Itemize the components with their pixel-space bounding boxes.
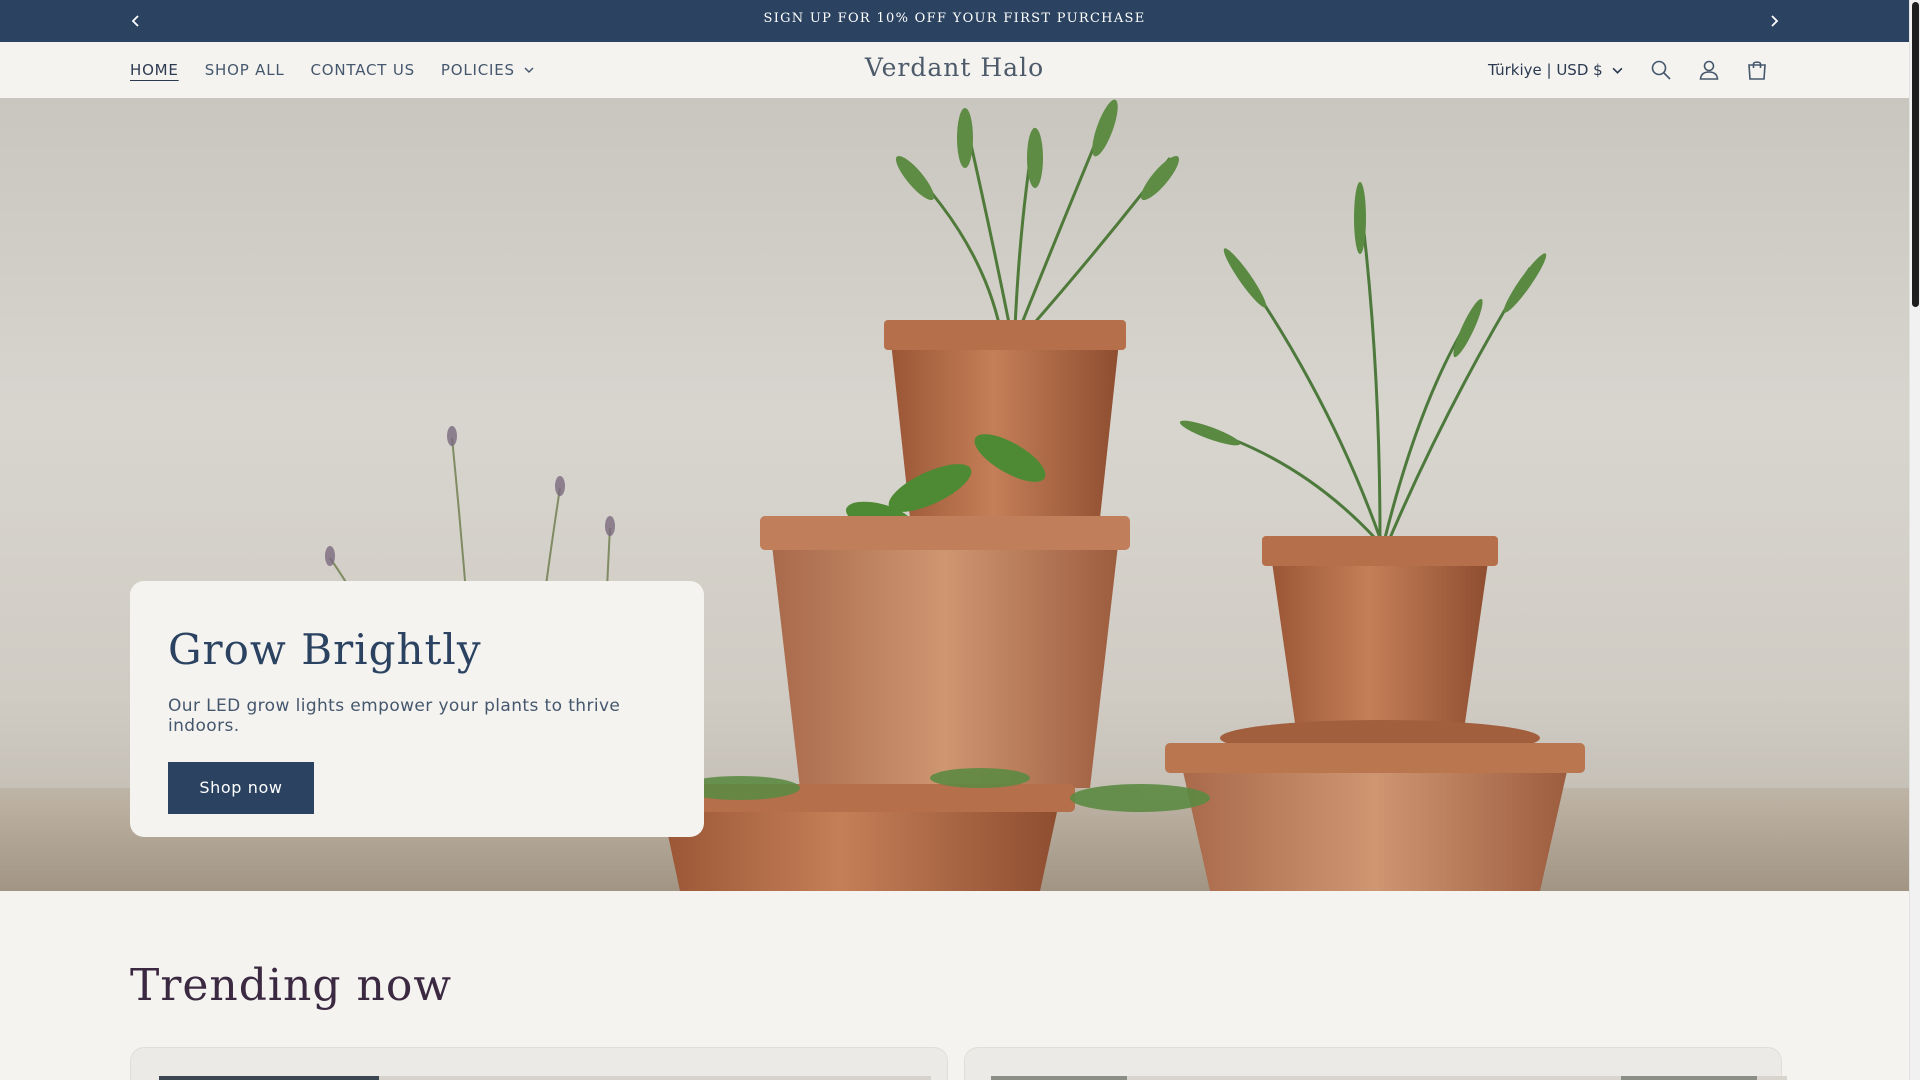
hero-title: Grow Brightly: [168, 625, 482, 674]
cart-button[interactable]: [1733, 46, 1781, 94]
product-image-bg: [379, 1076, 931, 1080]
page-scrollbar[interactable]: [1909, 0, 1920, 1080]
chevron-down-icon: [1612, 67, 1623, 74]
announcement-bar: SIGN UP FOR 10% OFF YOUR FIRST PURCHASE: [0, 0, 1909, 42]
account-icon: [1699, 60, 1719, 80]
hero-card: Grow Brightly Our LED grow lights empowe…: [130, 581, 704, 837]
chevron-right-icon: [1771, 15, 1779, 27]
scrollbar-thumb[interactable]: [1912, 2, 1919, 307]
search-button[interactable]: [1637, 46, 1685, 94]
trending-heading: Trending now: [130, 960, 452, 1011]
shop-now-button[interactable]: Shop now: [168, 762, 314, 814]
country-selector[interactable]: Türkiye | USD $: [1488, 61, 1623, 79]
logo-link[interactable]: Verdant Halo: [865, 53, 1044, 82]
page: SIGN UP FOR 10% OFF YOUR FIRST PURCHASE …: [0, 0, 1909, 1080]
cart-icon: [1747, 61, 1766, 80]
announcement-next-button[interactable]: [1761, 8, 1787, 34]
product-card[interactable]: [130, 1047, 948, 1080]
hero-text: Our LED grow lights empower your plants …: [168, 696, 621, 736]
announcement-message: SIGN UP FOR 10% OFF YOUR FIRST PURCHASE: [763, 11, 1146, 26]
product-card[interactable]: [964, 1047, 1787, 1080]
account-button[interactable]: [1685, 46, 1733, 94]
header-actions: Türkiye | USD $: [1488, 42, 1781, 98]
hero-banner: Grow Brightly Our LED grow lights empowe…: [0, 98, 1909, 891]
product-image: [991, 1076, 1127, 1080]
country-selector-label: Türkiye | USD $: [1488, 61, 1603, 79]
product-image: [159, 1076, 379, 1080]
search-icon: [1651, 60, 1671, 80]
site-header: HOME SHOP ALL CONTACT US POLICIES Verdan…: [0, 42, 1909, 99]
product-image-edge: [1621, 1076, 1757, 1080]
